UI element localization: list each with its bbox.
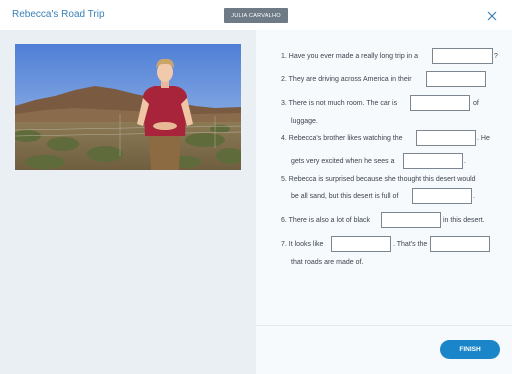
question-6-suffix: in this desert.: [443, 217, 485, 224]
answer-2-input[interactable]: [426, 71, 486, 87]
question-1-text: 1. Have you ever made a really long trip…: [281, 53, 418, 60]
answer-4a-input[interactable]: [416, 130, 476, 146]
page-title: Rebecca's Road Trip: [12, 9, 105, 20]
question-7-suffix: . That's the: [393, 241, 428, 248]
answer-7b-input[interactable]: [430, 236, 490, 252]
video-player[interactable]: [15, 44, 241, 170]
question-4-text: 4. Rebecca's brother likes watching the: [281, 135, 403, 142]
question-7-continuation: that roads are made of.: [291, 259, 364, 266]
question-5-end: .: [473, 193, 475, 200]
question-7-text: 7. It looks like: [281, 241, 324, 248]
answer-6-input[interactable]: [381, 212, 441, 228]
question-5-text: 5. Rebecca is surprised because she thou…: [281, 176, 476, 183]
question-3-continuation: luggage.: [291, 118, 318, 125]
top-bar: Rebecca's Road Trip JULIA CARVALHO: [0, 0, 512, 30]
question-4-continuation: gets very excited when he sees a: [291, 158, 395, 165]
answer-4b-input[interactable]: [403, 153, 463, 169]
question-6-text: 6. There is also a lot of black: [281, 217, 370, 224]
answer-7a-input[interactable]: [331, 236, 391, 252]
question-3-text: 3. There is not much room. The car is: [281, 100, 398, 107]
answer-3-input[interactable]: [410, 95, 470, 111]
question-2-text: 2. They are driving across America in th…: [281, 76, 412, 83]
close-icon[interactable]: [486, 10, 498, 22]
answer-1-input[interactable]: [432, 48, 493, 64]
question-5-continuation: be all sand, but this desert is full of: [291, 193, 399, 200]
question-1-suffix: ?: [494, 53, 498, 60]
footer-divider: [256, 325, 512, 326]
finish-button[interactable]: FINISH: [440, 340, 500, 359]
question-4-end: .: [464, 158, 466, 165]
answer-5-input[interactable]: [412, 188, 472, 204]
question-4-suffix: . He: [477, 135, 490, 142]
question-3-suffix: of: [473, 100, 479, 107]
user-badge[interactable]: JULIA CARVALHO: [224, 8, 288, 23]
